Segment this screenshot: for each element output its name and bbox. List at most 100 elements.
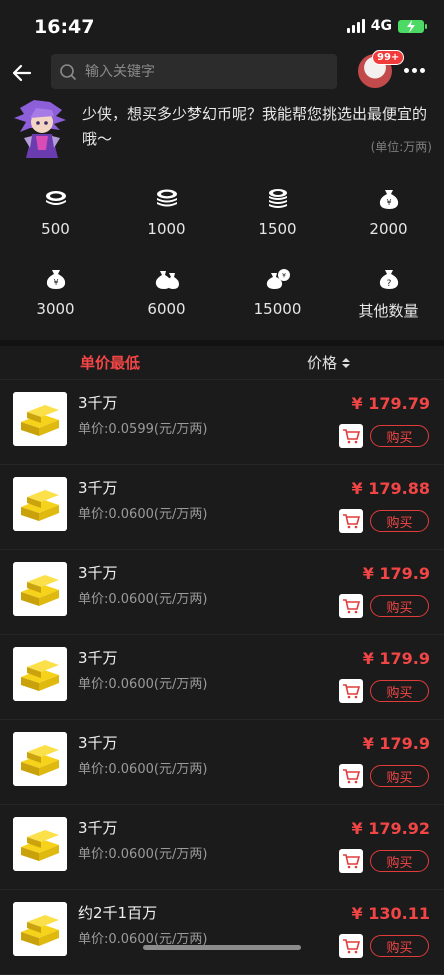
quantity-option-3000[interactable]: ¥ 3000 [0,256,111,336]
listing-unit-price: 单价:0.0599(元/万两) [78,422,208,437]
listing-item[interactable]: 3千万 单价:0.0600(元/万两) ¥ 179.92 购买 [0,805,444,890]
add-to-cart-button[interactable] [339,764,363,788]
svg-text:¥: ¥ [282,273,286,280]
listing-title: 3千万 [78,649,118,667]
quantity-option-6000[interactable]: 6000 [111,256,222,336]
listing-title: 3千万 [78,479,118,497]
listing-unit-price: 单价:0.0600(元/万两) [78,762,208,777]
buy-button[interactable]: 购买 [370,850,429,872]
buy-button[interactable]: 购买 [370,510,429,532]
quantity-label: 15000 [253,300,302,318]
listing-item[interactable]: 3千万 单价:0.0599(元/万两) ¥ 179.79 购买 [0,380,444,465]
unit-note: (单位:万两) [370,140,432,154]
add-to-cart-button[interactable] [339,509,363,533]
listing-unit-price: 单价:0.0600(元/万两) [78,507,208,522]
money-bag-icon: ¥ [379,190,398,209]
search-icon [60,63,76,80]
listing-unit-price: 单价:0.0600(元/万两) [78,677,208,692]
add-to-cart-button[interactable] [339,849,363,873]
money-bag-icon: ¥ [266,269,290,289]
quantity-option-1500[interactable]: 1500 [222,176,333,256]
listing-price: ¥ 179.9 [362,564,430,583]
gold-bars-image [13,477,67,531]
money-bag-icon: ¥ [46,270,65,289]
add-to-cart-button[interactable] [339,594,363,618]
listing-price: ¥ 130.11 [351,904,430,923]
status-indicators: 4G [346,18,427,34]
listing-price: ¥ 179.79 [351,394,430,413]
quantity-label: 其他数量 [358,302,419,320]
cart-icon [343,769,360,784]
listing-item[interactable]: 3千万 单价:0.0600(元/万两) ¥ 179.88 购买 [0,465,444,550]
intro-panel: 少侠，想买多少梦幻币呢？我能帮您挑选出最便宜的哦～ (单位:万两) [0,98,444,164]
buy-button[interactable]: 购买 [370,425,429,447]
svg-text:¥: ¥ [53,278,58,287]
signal-icon [346,19,365,33]
coin-stack-icon [45,191,66,205]
notification-badge: 99+ [372,50,405,65]
svg-text:¥: ¥ [386,198,391,207]
buy-button[interactable]: 购买 [370,765,429,787]
svg-text:?: ? [386,279,391,289]
network-type: 4G [370,18,392,34]
back-button[interactable] [8,58,38,88]
listing-title: 约2千1百万 [78,904,158,922]
quantity-label: 1500 [258,220,297,238]
quantity-label: 1000 [147,220,186,238]
listing-item[interactable]: 3千万 单价:0.0600(元/万两) ¥ 179.9 购买 [0,550,444,635]
sort-arrows-icon [342,357,351,368]
search-input[interactable] [85,63,315,80]
quantity-option-other[interactable]: ? 其他数量 [333,256,444,336]
gold-bars-image [13,562,67,616]
listing-item[interactable]: 约2千1百万 单价:0.0600(元/万两) ¥ 130.11 购买 [0,890,444,975]
add-to-cart-button[interactable] [339,424,363,448]
coin-stack-icon [156,189,177,207]
cart-icon [343,599,360,614]
home-indicator[interactable] [143,945,301,950]
listing-item[interactable]: 3千万 单价:0.0600(元/万两) ¥ 179.9 购买 [0,720,444,805]
top-nav: 99+ [0,50,444,92]
quantity-label: 6000 [147,300,186,318]
quantity-grid: 500 1000 1500 ¥ 2000 ¥ 3000 6000 ¥ 15000… [0,176,444,336]
quantity-option-1000[interactable]: 1000 [111,176,222,256]
quantity-label: 3000 [36,300,75,318]
more-menu-button[interactable] [404,62,428,78]
cart-icon [343,514,360,529]
quantity-option-2000[interactable]: ¥ 2000 [333,176,444,256]
sort-unit-price-lowest[interactable]: 单价最低 [80,352,140,373]
gold-bars-image [13,817,67,871]
listing-unit-price: 单价:0.0600(元/万两) [78,847,208,862]
listing-unit-price: 单价:0.0600(元/万两) [78,592,208,607]
listing-title: 3千万 [78,819,118,837]
listing-item[interactable]: 3千万 单价:0.0600(元/万两) ¥ 179.9 购买 [0,635,444,720]
listing-price: ¥ 179.9 [362,649,430,668]
add-to-cart-button[interactable] [339,934,363,958]
buy-button[interactable]: 购买 [370,595,429,617]
listing-title: 3千万 [78,734,118,752]
gold-bars-image [13,647,67,701]
cart-icon [343,854,360,869]
listing-title: 3千万 [78,394,118,412]
add-to-cart-button[interactable] [339,679,363,703]
cart-icon [343,684,360,699]
quantity-option-15000[interactable]: ¥ 15000 [222,256,333,336]
status-time: 16:47 [34,16,95,38]
quantity-label: 500 [41,220,70,238]
status-bar: 16:47 4G [0,0,444,52]
money-bag-icon: ? [379,270,398,289]
sort-by-price[interactable]: 价格 [307,352,351,373]
listing-title: 3千万 [78,564,118,582]
sort-price-label: 价格 [307,354,338,372]
money-bag-icon [155,271,179,289]
listing-price: ¥ 179.92 [351,819,430,838]
cart-icon [343,939,360,954]
listing-list: 3千万 单价:0.0599(元/万两) ¥ 179.79 购买 3千万 单价:0… [0,380,444,975]
buy-button[interactable]: 购买 [370,935,429,957]
cart-icon [343,429,360,444]
listing-price: ¥ 179.9 [362,734,430,753]
buy-button[interactable]: 购买 [370,680,429,702]
search-box[interactable] [51,54,337,89]
gold-bars-image [13,732,67,786]
battery-icon [398,19,427,33]
quantity-option-500[interactable]: 500 [0,176,111,256]
